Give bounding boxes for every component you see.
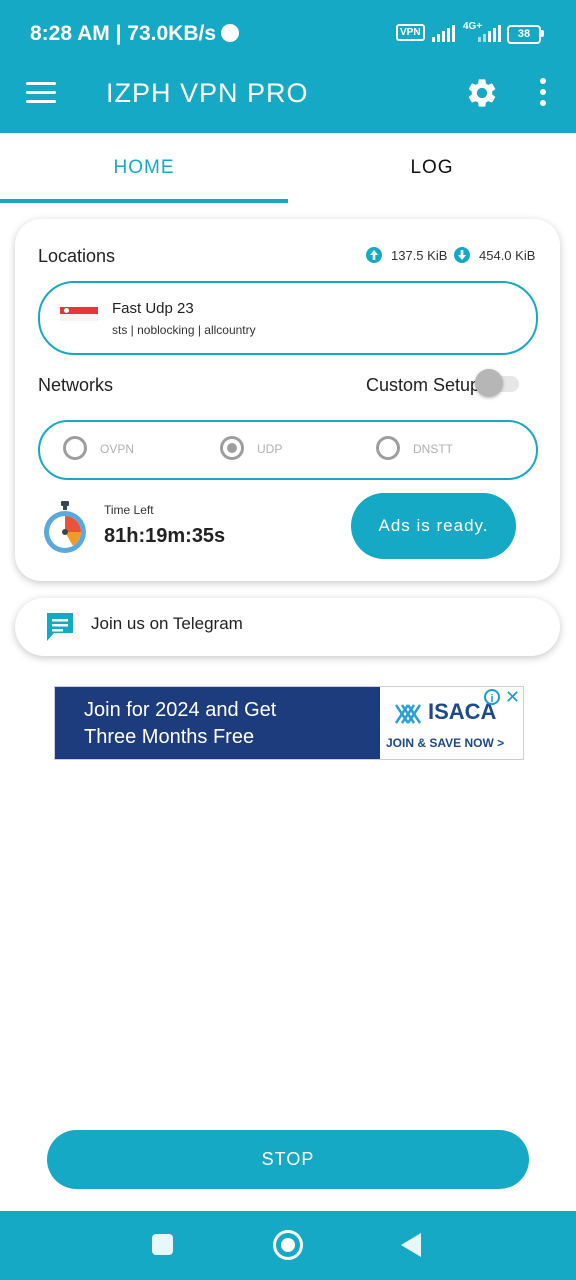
gear-icon[interactable] bbox=[465, 76, 499, 110]
status-time-text: 8:28 AM | 73.0KB/s bbox=[30, 22, 217, 45]
app-bar: IZPH VPN PRO bbox=[0, 52, 576, 133]
ad-cta[interactable]: JOIN & SAVE NOW > bbox=[386, 735, 504, 751]
upload-stat: 137.5 KiB bbox=[391, 248, 448, 263]
ads-ready-button[interactable]: Ads is ready. bbox=[351, 493, 516, 559]
signal-2-icon bbox=[478, 24, 501, 42]
isaca-logo-icon bbox=[394, 704, 422, 724]
radio-dnstt-label[interactable]: DNSTT bbox=[413, 441, 453, 457]
location-selector[interactable]: Fast Udp 23 sts | noblocking | allcountr… bbox=[38, 281, 538, 355]
battery-icon: 38 bbox=[507, 25, 541, 44]
tab-home[interactable]: HOME bbox=[0, 133, 288, 203]
locations-label: Locations bbox=[38, 246, 116, 266]
radio-dnstt[interactable] bbox=[376, 436, 400, 460]
radio-ovpn-label[interactable]: OVPN bbox=[100, 441, 134, 457]
radio-udp[interactable] bbox=[220, 436, 244, 460]
back-icon[interactable] bbox=[401, 1233, 421, 1257]
system-nav-bar bbox=[0, 1211, 576, 1280]
ad-text-line1: Join for 2024 and Get bbox=[84, 699, 277, 721]
chat-message-icon bbox=[47, 613, 73, 641]
signal-icon bbox=[432, 24, 455, 42]
download-stat: 454.0 KiB bbox=[479, 248, 536, 263]
network-options: OVPN UDP DNSTT bbox=[38, 420, 538, 480]
stopwatch-icon bbox=[44, 501, 86, 553]
vertical-dots-icon[interactable] bbox=[533, 78, 553, 108]
ad-banner[interactable]: Join for 2024 and Get Three Months Free … bbox=[54, 686, 524, 760]
app-title: IZPH VPN PRO bbox=[106, 78, 309, 108]
ad-close-icon[interactable]: ✕ bbox=[505, 687, 520, 707]
telegram-card[interactable]: Join us on Telegram bbox=[15, 598, 560, 656]
hamburger-menu-icon[interactable] bbox=[26, 82, 56, 104]
custom-setup-toggle-thumb[interactable] bbox=[475, 369, 503, 397]
telegram-label: Join us on Telegram bbox=[91, 614, 243, 633]
battery-cap bbox=[541, 30, 544, 37]
vpn-badge: VPN bbox=[396, 24, 425, 41]
notification-dot-icon bbox=[221, 24, 240, 42]
singapore-flag-icon bbox=[60, 307, 98, 321]
tab-indicator bbox=[0, 199, 288, 203]
time-left-label: Time Left bbox=[104, 503, 154, 517]
stop-button[interactable]: STOP bbox=[47, 1130, 529, 1189]
ad-text-line2: Three Months Free bbox=[84, 726, 255, 748]
tab-log[interactable]: LOG bbox=[288, 133, 576, 203]
main-card: Locations 137.5 KiB 454.0 KiB Fast Udp 2… bbox=[15, 219, 560, 581]
radio-ovpn[interactable] bbox=[63, 436, 87, 460]
custom-setup-label: Custom Setup bbox=[366, 375, 481, 395]
status-time-speed: 8:28 AM | 73.0KB/s bbox=[30, 21, 240, 47]
radio-udp-label[interactable]: UDP bbox=[257, 441, 282, 457]
ad-right-panel: ISACA JOIN & SAVE NOW > i ✕ bbox=[380, 687, 523, 759]
ad-info-icon[interactable]: i bbox=[484, 689, 500, 705]
home-icon[interactable] bbox=[273, 1230, 303, 1260]
networks-label: Networks bbox=[38, 375, 114, 395]
recent-apps-icon[interactable] bbox=[152, 1234, 173, 1255]
server-tags: sts | noblocking | allcountry bbox=[112, 323, 256, 337]
ad-left-panel: Join for 2024 and Get Three Months Free bbox=[55, 687, 380, 759]
upload-arrow-icon bbox=[366, 247, 382, 263]
status-bar: 8:28 AM | 73.0KB/s VPN 4G+ 38 bbox=[0, 0, 576, 52]
ad-text: Join for 2024 and Get Three Months Free bbox=[84, 697, 276, 751]
server-name: Fast Udp 23 bbox=[112, 300, 194, 317]
download-arrow-icon bbox=[454, 247, 470, 263]
time-left-value: 81h:19m:35s bbox=[104, 525, 226, 547]
